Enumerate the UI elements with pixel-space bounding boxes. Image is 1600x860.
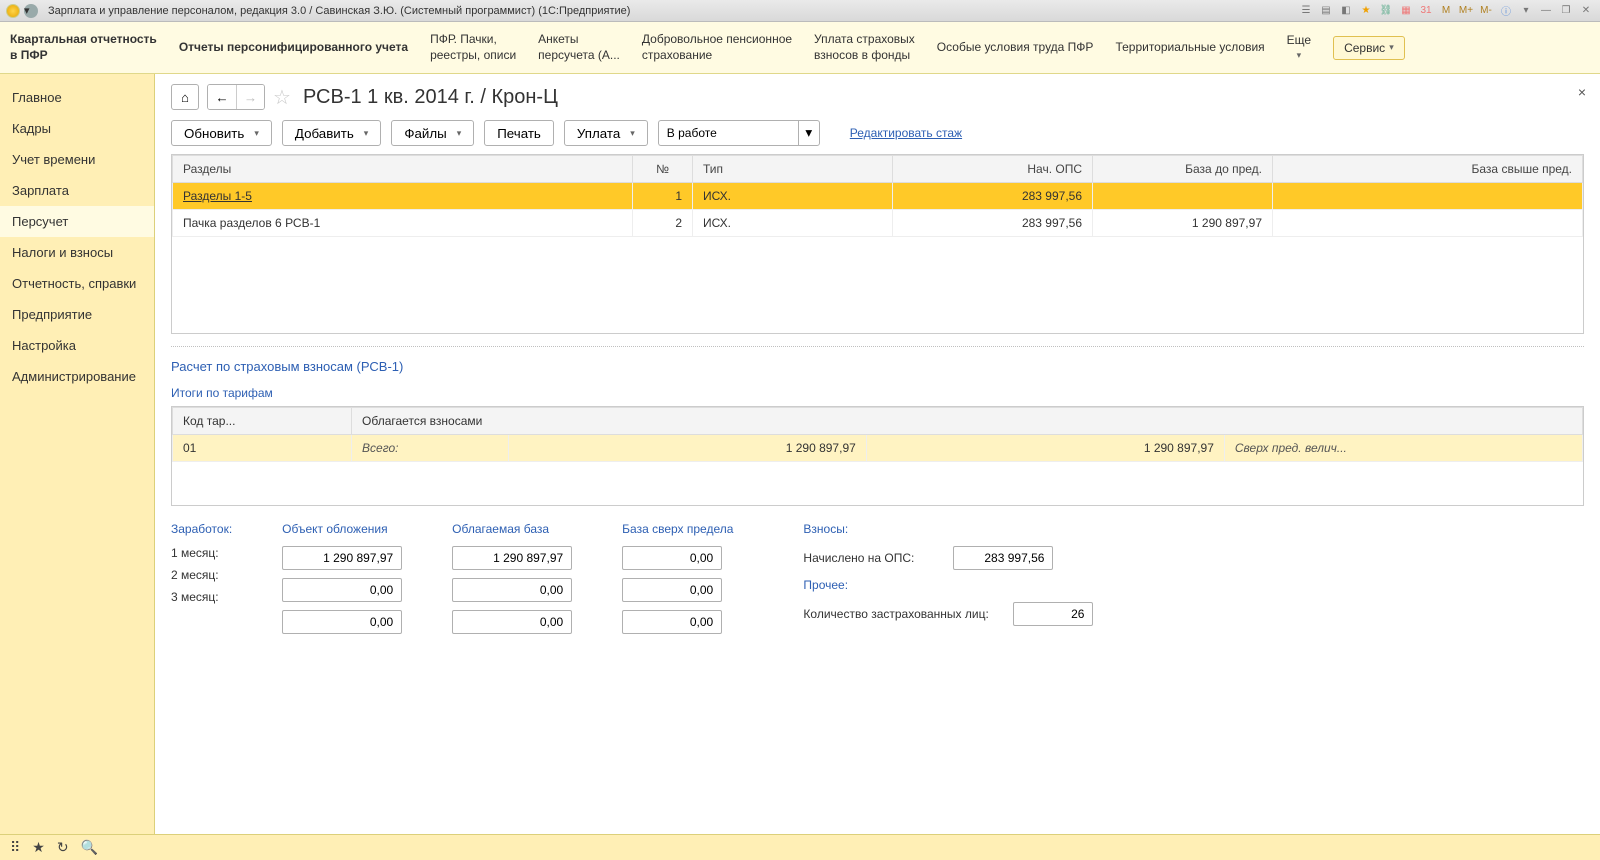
window-title-bar: ▾ Зарплата и управление персоналом, реда… xyxy=(0,0,1600,22)
section-item[interactable]: Особые условия труда ПФР xyxy=(937,26,1094,69)
add-button[interactable]: Добавить xyxy=(282,120,381,146)
home-button[interactable]: ⌂ xyxy=(171,84,199,110)
pay-button[interactable]: Уплата xyxy=(564,120,648,146)
over-header: База сверх предела xyxy=(622,522,733,536)
grid-icon[interactable]: ▦ xyxy=(1398,3,1414,19)
info-icon[interactable]: ⓘ xyxy=(1498,3,1514,19)
section-item[interactable]: Уплата страховыхвзносов в фонды xyxy=(814,26,915,69)
month2-label: 2 месяц: xyxy=(171,568,231,582)
app-logo-icon xyxy=(6,4,20,18)
other-header: Прочее: xyxy=(803,578,1093,592)
col-num[interactable]: № xyxy=(633,156,693,183)
document-title: РСВ-1 1 кв. 2014 г. / Крон-Ц xyxy=(303,86,558,109)
back-button[interactable]: ← xyxy=(208,85,236,109)
sidebar-item-reports[interactable]: Отчетность, справки xyxy=(0,268,154,299)
close-button[interactable]: ✕ xyxy=(1578,3,1594,19)
sidebar-item-taxes[interactable]: Налоги и взносы xyxy=(0,237,154,268)
sidebar: Главное Кадры Учет времени Зарплата Перс… xyxy=(0,74,155,834)
earnings-header: Заработок: xyxy=(171,522,232,536)
close-tab-icon[interactable]: × xyxy=(1578,84,1586,100)
section-item[interactable]: Отчеты персонифицированного учета xyxy=(179,26,408,69)
col-base-over[interactable]: База свыше пред. xyxy=(1273,156,1583,183)
status-dropdown[interactable]: ▾ xyxy=(798,120,820,146)
over-month2[interactable] xyxy=(622,578,722,602)
service-button[interactable]: Сервис▾ xyxy=(1333,36,1405,60)
memory-mminus[interactable]: M- xyxy=(1478,3,1494,19)
sidebar-item-kadry[interactable]: Кадры xyxy=(0,113,154,144)
section-item[interactable]: Добровольное пенсионноестрахование xyxy=(642,26,792,69)
status-field[interactable] xyxy=(658,120,798,146)
sidebar-item-main[interactable]: Главное xyxy=(0,82,154,113)
maximize-button[interactable]: ❐ xyxy=(1558,3,1574,19)
over-month1[interactable] xyxy=(622,546,722,570)
contrib-header: Взносы: xyxy=(803,522,1093,536)
insured-label: Количество застрахованных лиц: xyxy=(803,607,1003,621)
obj-header: Объект обложения xyxy=(282,522,402,536)
calendar-icon[interactable]: 31 xyxy=(1418,3,1434,19)
sections-table[interactable]: Разделы № Тип Нач. ОПС База до пред. Баз… xyxy=(171,154,1584,334)
col-tariff-code[interactable]: Код тар... xyxy=(173,408,352,435)
dropdown-icon[interactable]: ▾ xyxy=(24,4,38,18)
subtitle-tariff: Итоги по тарифам xyxy=(171,386,1584,400)
refresh-button[interactable]: Обновить xyxy=(171,120,272,146)
ops-label: Начислено на ОПС: xyxy=(803,551,943,565)
memory-m[interactable]: M xyxy=(1438,3,1454,19)
table-row[interactable]: 01 Всего: 1 290 897,97 1 290 897,97 Свер… xyxy=(173,435,1583,462)
over-month3[interactable] xyxy=(622,610,722,634)
base-month2[interactable] xyxy=(452,578,572,602)
edit-experience-link[interactable]: Редактировать стаж xyxy=(850,126,962,140)
table-row[interactable]: Пачка разделов 6 РСВ-1 2 ИСХ. 283 997,56… xyxy=(173,210,1583,237)
section-item[interactable]: ПФР. Пачки,реестры, описи xyxy=(430,26,516,69)
subtitle-rsv: Расчет по страховым взносам (РСВ-1) xyxy=(171,359,1584,374)
obj-month1[interactable] xyxy=(282,546,402,570)
link-icon[interactable]: ⛓ xyxy=(1378,3,1394,19)
favorite-icon[interactable]: ★ xyxy=(1358,3,1374,19)
files-button[interactable]: Файлы xyxy=(391,120,474,146)
obj-month3[interactable] xyxy=(282,610,402,634)
sidebar-item-salary[interactable]: Зарплата xyxy=(0,175,154,206)
star-icon[interactable]: ☆ xyxy=(273,85,291,110)
forward-button[interactable]: → xyxy=(236,85,264,109)
toolbar: Обновить Добавить Файлы Печать Уплата ▾ … xyxy=(171,120,1584,146)
col-base-to[interactable]: База до пред. xyxy=(1093,156,1273,183)
section-item[interactable]: Территориальные условия xyxy=(1115,26,1264,69)
sidebar-item-pers[interactable]: Персучет xyxy=(0,206,154,237)
sidebar-item-time[interactable]: Учет времени xyxy=(0,144,154,175)
minimize-button[interactable]: — xyxy=(1538,3,1554,19)
print-button[interactable]: Печать xyxy=(484,120,554,146)
sidebar-item-admin[interactable]: Администрирование xyxy=(0,361,154,392)
obj-month2[interactable] xyxy=(282,578,402,602)
base-month3[interactable] xyxy=(452,610,572,634)
col-sections[interactable]: Разделы xyxy=(173,156,633,183)
sidebar-item-company[interactable]: Предприятие xyxy=(0,299,154,330)
sidebar-item-settings[interactable]: Настройка xyxy=(0,330,154,361)
section-item[interactable]: Квартальная отчетностьв ПФР xyxy=(10,26,157,69)
base-header: Облагаемая база xyxy=(452,522,572,536)
history-icon[interactable]: ↻ xyxy=(57,839,69,856)
search-icon[interactable]: 🔍 xyxy=(81,839,98,856)
toolbar-icon[interactable]: ◧ xyxy=(1338,3,1354,19)
toolbar-icon[interactable]: ▤ xyxy=(1318,3,1334,19)
content-area: × ⌂ ← → ☆ РСВ-1 1 кв. 2014 г. / Крон-Ц О… xyxy=(155,74,1600,834)
tariff-table[interactable]: Код тар... Облагается взносами 01 Всего:… xyxy=(171,406,1584,506)
section-nav: Квартальная отчетностьв ПФР Отчеты персо… xyxy=(0,22,1600,74)
section-item[interactable]: Анкетыперсучета (А... xyxy=(538,26,620,69)
favorites-icon[interactable]: ★ xyxy=(32,839,45,856)
bottom-toolbar: ⠿ ★ ↻ 🔍 xyxy=(0,834,1600,860)
col-ops[interactable]: Нач. ОПС xyxy=(893,156,1093,183)
base-month1[interactable] xyxy=(452,546,572,570)
apps-icon[interactable]: ⠿ xyxy=(10,839,20,856)
more-button[interactable]: Еще▾ xyxy=(1287,26,1311,69)
table-row[interactable]: Разделы 1-5 1 ИСХ. 283 997,56 xyxy=(173,183,1583,210)
memory-mplus[interactable]: M+ xyxy=(1458,3,1474,19)
toolbar-icon[interactable]: ☰ xyxy=(1298,3,1314,19)
month3-label: 3 месяц: xyxy=(171,590,231,604)
insured-value[interactable] xyxy=(1013,602,1093,626)
col-type[interactable]: Тип xyxy=(693,156,893,183)
col-taxable[interactable]: Облагается взносами xyxy=(352,408,1583,435)
ops-value[interactable] xyxy=(953,546,1053,570)
caret-down-icon[interactable]: ▾ xyxy=(1518,3,1534,19)
month1-label: 1 месяц: xyxy=(171,546,231,560)
window-title: Зарплата и управление персоналом, редакц… xyxy=(48,5,1298,17)
